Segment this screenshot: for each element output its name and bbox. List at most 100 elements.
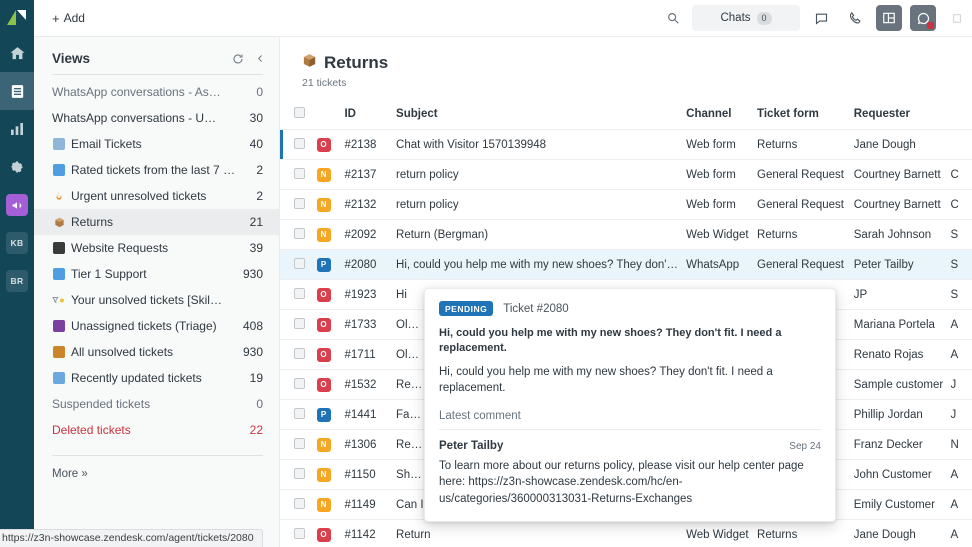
add-button[interactable]: + Add — [44, 7, 93, 30]
popover-author: Peter Tailby — [439, 439, 504, 452]
search-icon[interactable] — [662, 7, 684, 29]
zendesk-logo[interactable] — [0, 0, 34, 34]
row-checkbox[interactable] — [294, 377, 305, 389]
row-id: #2092 — [344, 219, 397, 250]
row-subject-text: Chat with Visitor 1570139948 — [396, 138, 547, 151]
popover-ticket-id: Ticket #2080 — [503, 302, 569, 315]
table-row[interactable]: O #2138 Chat with Visitor 1570139948 Web fo… — [280, 129, 972, 160]
chats-button[interactable]: Chats 0 — [692, 5, 800, 31]
row-status-cell: O — [316, 369, 345, 400]
row-select-cell — [280, 369, 317, 400]
row-checkbox[interactable] — [294, 137, 305, 149]
row-checkbox[interactable] — [294, 467, 305, 479]
status-badge: N — [316, 437, 331, 452]
table-row[interactable]: O #1142 Return Web Widget Returns Jane Dough A — [280, 519, 972, 547]
sidebar-item[interactable]: Your unsolved tickets [Skil… — [34, 287, 279, 313]
sidebar-item-count: 0 — [256, 85, 263, 99]
table-row[interactable]: P #2080 Hi, could you help me with my new … — [280, 249, 972, 280]
sidebar-item[interactable]: Recently updated tickets 19 — [34, 365, 279, 391]
sidebar-item[interactable]: Tier 1 Support 930 — [34, 261, 279, 287]
row-ticket-form: General Request — [757, 159, 854, 190]
table-row[interactable]: N #2132 return policy Web form General Reque… — [280, 189, 972, 220]
views-more-link[interactable]: More » — [34, 456, 279, 480]
sidebar-item[interactable]: WhatsApp conversations - Assig… 0 — [34, 79, 279, 105]
refresh-icon[interactable] — [232, 53, 244, 65]
row-checkbox[interactable] — [294, 497, 305, 509]
row-subject: return policy — [396, 159, 687, 190]
sidebar-item[interactable]: Returns 21 — [34, 209, 279, 235]
row-checkbox[interactable] — [294, 287, 305, 299]
sidebar-item-label: Your unsolved tickets [Skil… — [71, 293, 222, 307]
reporting-icon[interactable] — [0, 110, 34, 148]
row-checkbox[interactable] — [294, 227, 305, 239]
sidebar-item[interactable]: All unsolved tickets 930 — [34, 339, 279, 365]
home-icon[interactable] — [0, 34, 34, 72]
row-select-cell — [280, 219, 317, 250]
whatsapp-icon[interactable] — [910, 5, 936, 31]
views-icon[interactable] — [0, 72, 34, 110]
chevron-left-icon[interactable] — [256, 53, 265, 64]
row-overflow: A — [950, 309, 972, 340]
select-all-checkbox[interactable] — [294, 107, 305, 118]
row-channel: Web Widget — [686, 519, 758, 547]
sidebar-item[interactable]: Email Tickets 40 — [34, 131, 279, 157]
row-checkbox[interactable] — [294, 317, 305, 329]
status-badge: O — [316, 347, 331, 362]
row-checkbox[interactable] — [294, 407, 305, 419]
megaphone-chip — [6, 194, 28, 216]
sidebar-item-count: 39 — [249, 241, 263, 255]
row-requester: Jane Dough — [853, 129, 951, 160]
admin-gear-icon[interactable] — [0, 148, 34, 186]
overflow-icon[interactable] — [944, 5, 970, 31]
col-id[interactable]: ID — [344, 101, 397, 130]
chat-bubble-icon[interactable] — [808, 5, 834, 31]
row-checkbox[interactable] — [294, 257, 305, 269]
sidebar-item[interactable]: Deleted tickets 22 — [34, 417, 279, 443]
row-requester: Sample customer — [853, 369, 951, 400]
row-requester: Emily Customer — [853, 489, 951, 520]
table-row[interactable]: N #2092 Return (Bergman) Web Widget Returns S… — [280, 219, 972, 250]
row-subject-text: return policy — [396, 198, 459, 211]
megaphone-icon[interactable] — [0, 186, 34, 224]
row-status-cell: N — [316, 459, 345, 490]
status-badge: O — [316, 317, 331, 332]
row-channel: Web form — [686, 129, 758, 160]
product-rail: KB BR — [0, 0, 34, 547]
sidebar-item[interactable]: Rated tickets from the last 7 d… 2 — [34, 157, 279, 183]
phone-icon[interactable] — [842, 5, 868, 31]
sidebar-item-count: 2 — [256, 189, 263, 203]
row-checkbox[interactable] — [294, 347, 305, 359]
sidebar-item[interactable]: Suspended tickets 0 — [34, 391, 279, 417]
sidebar-item[interactable]: WhatsApp conversations - Unass… 30 — [34, 105, 279, 131]
br-badge[interactable]: BR — [0, 262, 34, 300]
col-subject[interactable]: Subject — [396, 101, 687, 130]
row-checkbox[interactable] — [294, 527, 305, 539]
table-row[interactable]: N #2137 return policy Web form General Reque… — [280, 159, 972, 190]
views-sidebar: Views WhatsApp conversations - Assig… 0 Wh… — [34, 37, 280, 547]
row-overflow: N — [950, 429, 972, 460]
row-checkbox[interactable] — [294, 197, 305, 209]
sidebar-item[interactable]: Urgent unresolved tickets 2 — [34, 183, 279, 209]
knowledge-base-badge[interactable]: KB — [0, 224, 34, 262]
layout-panel-icon[interactable] — [876, 5, 902, 31]
row-subject-text: Return (Bergman) — [396, 228, 489, 241]
row-subject-text: Hi, could you help me with my new shoes?… — [396, 258, 687, 271]
row-channel: Web Widget — [686, 219, 758, 250]
sidebar-item[interactable]: Website Requests 39 — [34, 235, 279, 261]
row-subject: return policy — [396, 189, 687, 220]
col-requester[interactable]: Requester — [853, 101, 951, 130]
col-ticket-form[interactable]: Ticket form — [757, 101, 854, 130]
row-subject: Hi, could you help me with my new shoes?… — [396, 249, 687, 280]
sidebar-item[interactable]: Unassigned tickets (Triage) 408 — [34, 313, 279, 339]
sidebar-item-label: Returns — [71, 215, 114, 229]
status-badge: P — [316, 407, 331, 422]
row-checkbox[interactable] — [294, 437, 305, 449]
col-channel[interactable]: Channel — [686, 101, 758, 130]
row-select-cell — [280, 189, 317, 220]
row-status-cell: O — [316, 309, 345, 340]
sidebar-item-count: 2 — [256, 163, 263, 177]
sidebar-item-count: 19 — [249, 371, 263, 385]
row-select-cell — [280, 249, 317, 280]
status-badge: N — [316, 467, 331, 482]
row-checkbox[interactable] — [294, 167, 305, 179]
